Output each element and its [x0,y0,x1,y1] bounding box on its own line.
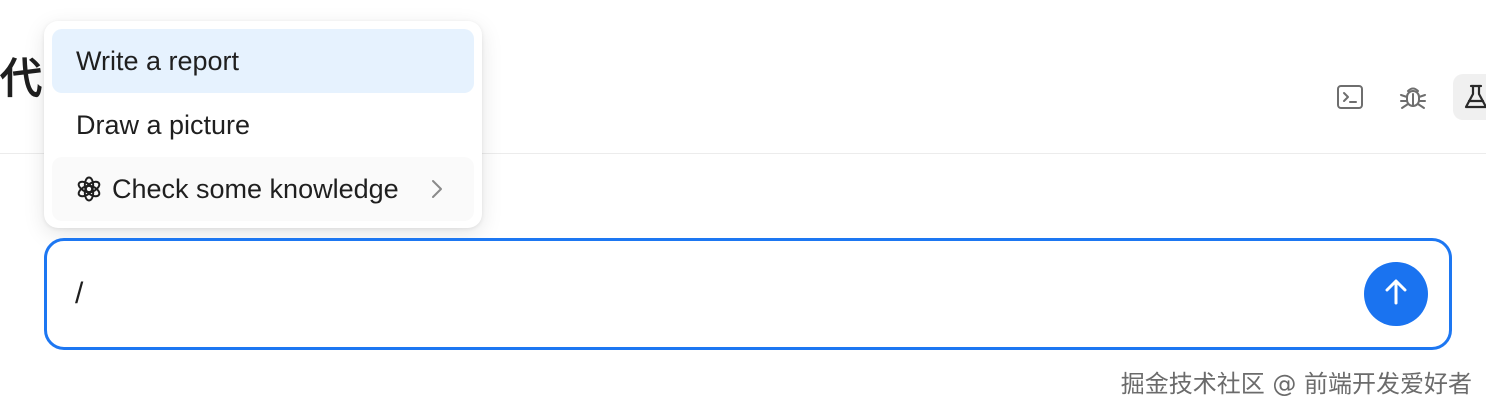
chat-composer [44,238,1452,350]
terminal-button[interactable] [1327,74,1373,120]
menu-item-draw-picture[interactable]: Draw a picture [52,93,474,157]
menu-item-label: Check some knowledge [112,173,399,204]
openai-icon [76,176,102,202]
prompt-input[interactable] [75,271,1315,317]
watermark: 掘金技术社区 @ 前端开发爱好者 [1120,370,1472,398]
debug-button[interactable] [1390,74,1436,120]
menu-item-write-report[interactable]: Write a report [52,29,474,93]
page-title: 代 [0,54,43,103]
menu-item-label: Draw a picture [76,109,251,140]
menu-item-check-knowledge[interactable]: Check some knowledge [52,157,474,221]
command-menu: Write a report Draw a picture Check some… [44,21,482,228]
flask-button[interactable] [1453,74,1486,120]
chevron-right-icon [430,178,444,200]
flask-icon [1462,83,1486,111]
arrow-up-icon [1381,277,1411,312]
send-button[interactable] [1364,262,1428,326]
terminal-icon [1336,83,1364,111]
page: 代 Write a report Draw a picture Check so… [0,0,1486,408]
menu-item-label: Write a report [76,45,240,76]
bug-icon [1398,82,1428,112]
